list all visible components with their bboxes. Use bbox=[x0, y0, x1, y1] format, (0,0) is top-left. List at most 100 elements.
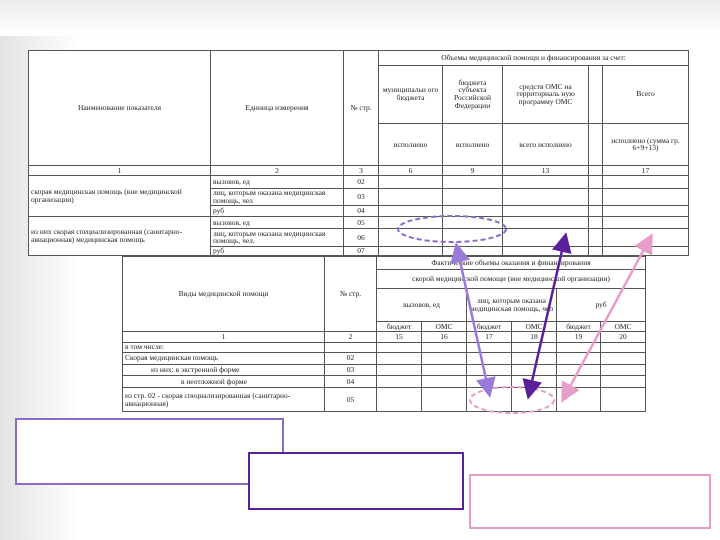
col-indicator-header: Наименование показателя bbox=[28, 50, 211, 166]
row-label: в неотложной форме bbox=[122, 375, 325, 389]
data-cell[interactable] bbox=[601, 175, 690, 189]
emergency-subheader: скорой медицинской помощи (вне медицинск… bbox=[375, 268, 647, 290]
data-cell[interactable] bbox=[556, 363, 601, 377]
row-num bbox=[324, 342, 377, 353]
data-cell[interactable] bbox=[376, 387, 422, 412]
data-cell[interactable] bbox=[588, 187, 603, 207]
data-cell[interactable] bbox=[588, 205, 603, 217]
data-cell[interactable] bbox=[588, 228, 603, 247]
row-num: 06 bbox=[343, 228, 379, 247]
data-cell[interactable] bbox=[421, 363, 467, 377]
fund-label: бюджет bbox=[466, 320, 512, 333]
idx-cell: 16 bbox=[421, 331, 467, 344]
idx-cell: 6 bbox=[378, 164, 443, 177]
col-num-header: № стр. bbox=[343, 50, 379, 166]
data-cell[interactable] bbox=[601, 245, 690, 257]
row-label: из них скорая специализированная (санита… bbox=[28, 215, 211, 257]
data-cell[interactable] bbox=[378, 245, 443, 257]
data-cell[interactable] bbox=[511, 375, 557, 389]
data-cell[interactable] bbox=[466, 342, 512, 353]
data-cell[interactable] bbox=[378, 215, 443, 230]
data-cell[interactable] bbox=[378, 205, 443, 217]
data-cell[interactable] bbox=[442, 175, 503, 189]
data-cell[interactable] bbox=[442, 187, 503, 207]
data-cell[interactable] bbox=[442, 228, 503, 247]
data-cell[interactable] bbox=[601, 205, 690, 217]
data-cell[interactable] bbox=[442, 245, 503, 257]
data-cell[interactable] bbox=[588, 175, 603, 189]
data-cell[interactable] bbox=[599, 387, 647, 412]
row-num: 05 bbox=[343, 215, 379, 230]
data-cell[interactable] bbox=[601, 215, 690, 230]
data-cell[interactable] bbox=[502, 245, 589, 257]
data-cell[interactable] bbox=[376, 342, 422, 353]
data-cell[interactable] bbox=[599, 363, 647, 377]
data-cell[interactable] bbox=[378, 228, 443, 247]
data-cell[interactable] bbox=[511, 351, 557, 365]
data-cell[interactable] bbox=[421, 351, 467, 365]
idx-cell: 13 bbox=[502, 164, 589, 177]
data-cell[interactable] bbox=[511, 342, 557, 353]
data-cell[interactable] bbox=[599, 375, 647, 389]
data-cell[interactable] bbox=[421, 387, 467, 412]
col-types-header: Виды медицинской помощи bbox=[122, 255, 325, 333]
data-cell[interactable] bbox=[556, 342, 601, 353]
data-cell[interactable] bbox=[502, 228, 589, 247]
data-cell[interactable] bbox=[601, 187, 690, 207]
data-cell[interactable] bbox=[378, 187, 443, 207]
idx-cell: 18 bbox=[511, 331, 557, 344]
col-num-header: № стр. bbox=[324, 255, 377, 333]
data-cell[interactable] bbox=[466, 363, 512, 377]
data-cell[interactable] bbox=[599, 342, 647, 353]
col-regional-header: бюджета субъекта Российской Федерации bbox=[442, 64, 503, 125]
data-cell[interactable] bbox=[502, 175, 589, 189]
form-table-upper: Наименование показателя Единица измерени… bbox=[28, 50, 690, 257]
actual-volumes-header: Фактические объемы оказания и финансиров… bbox=[375, 256, 647, 270]
data-cell[interactable] bbox=[599, 351, 647, 365]
data-cell[interactable] bbox=[376, 375, 422, 389]
row-num: 02 bbox=[324, 351, 377, 365]
data-cell[interactable] bbox=[588, 215, 603, 230]
data-cell[interactable] bbox=[502, 187, 589, 207]
idx-cell: 17 bbox=[466, 331, 512, 344]
data-cell[interactable] bbox=[511, 363, 557, 377]
idx-cell: 17 bbox=[601, 164, 690, 177]
data-cell[interactable] bbox=[601, 228, 690, 247]
row-num: 04 bbox=[343, 205, 379, 217]
fund-label: ОМС bbox=[511, 320, 557, 333]
idx-cell: 1 bbox=[122, 331, 325, 344]
idx-cell: 3 bbox=[343, 164, 379, 177]
data-cell[interactable] bbox=[502, 215, 589, 230]
data-cell[interactable] bbox=[378, 175, 443, 189]
row-label: из них: в экстренной форме bbox=[122, 363, 325, 377]
row-unit: вызовов, ед bbox=[210, 215, 344, 230]
fund-label: ОМС bbox=[599, 320, 647, 333]
data-cell[interactable] bbox=[556, 351, 601, 365]
callout-box-pink bbox=[469, 474, 711, 529]
data-cell[interactable] bbox=[466, 387, 512, 412]
data-cell[interactable] bbox=[556, 387, 601, 412]
col-unit-header: Единица измерения bbox=[210, 50, 344, 166]
sub-executed: исполнено bbox=[442, 123, 503, 166]
row-num: 02 bbox=[343, 175, 379, 189]
data-cell[interactable] bbox=[376, 363, 422, 377]
row-unit: руб bbox=[210, 205, 344, 217]
data-cell[interactable] bbox=[442, 205, 503, 217]
data-cell[interactable] bbox=[502, 205, 589, 217]
data-cell[interactable] bbox=[556, 375, 601, 389]
data-cell[interactable] bbox=[466, 375, 512, 389]
sub-executed: исполнено (сумма гр. 6+9+13) bbox=[601, 123, 690, 166]
row-unit: руб bbox=[210, 245, 344, 257]
row-num: 07 bbox=[343, 245, 379, 257]
row-num: 03 bbox=[324, 363, 377, 377]
data-cell[interactable] bbox=[442, 215, 503, 230]
idx-cell: 15 bbox=[376, 331, 422, 344]
data-cell[interactable] bbox=[511, 387, 557, 412]
data-cell[interactable] bbox=[588, 245, 603, 257]
data-cell[interactable] bbox=[421, 342, 467, 353]
data-cell[interactable] bbox=[376, 351, 422, 365]
data-cell[interactable] bbox=[466, 351, 512, 365]
row-label: скорая медицинская помощь (вне медицинск… bbox=[28, 175, 211, 217]
data-cell[interactable] bbox=[421, 375, 467, 389]
col-oms-header: средств ОМС на территориаль ную программ… bbox=[502, 64, 589, 125]
